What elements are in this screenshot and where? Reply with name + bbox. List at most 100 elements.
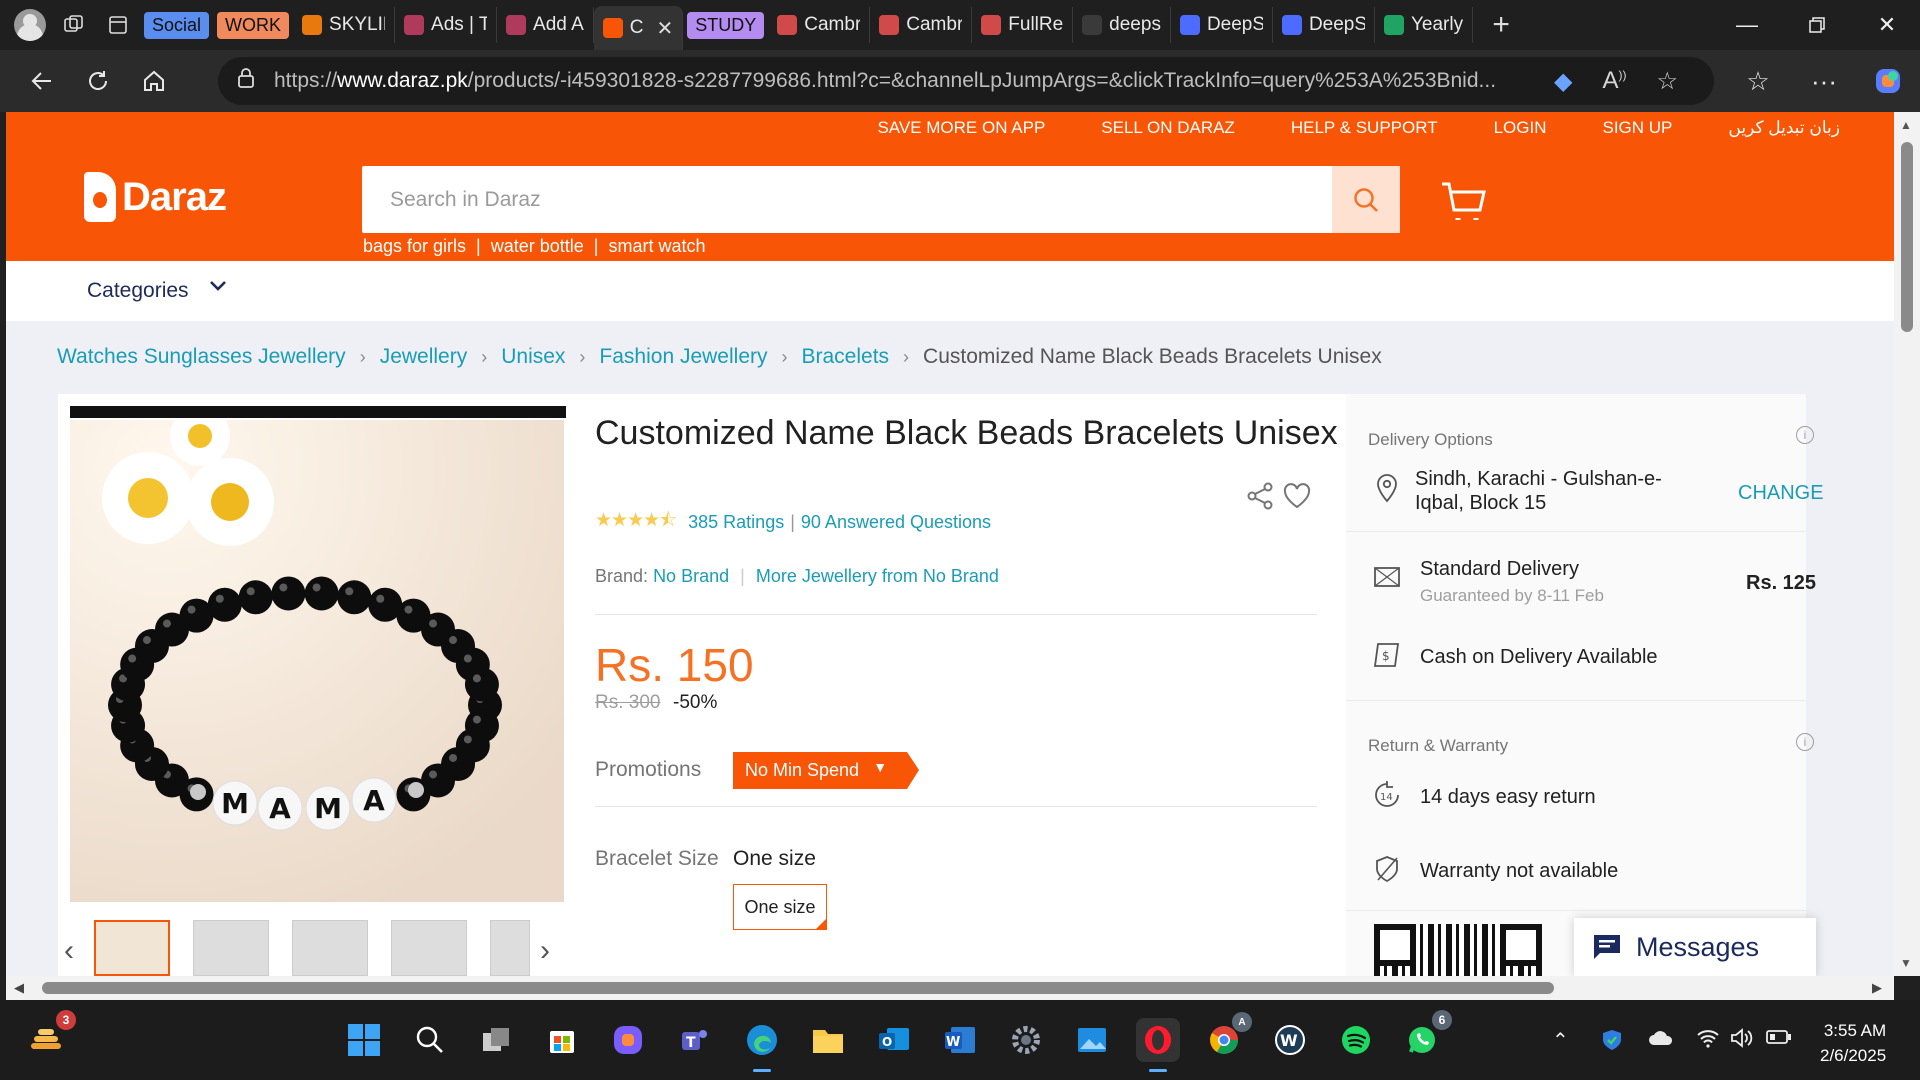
copilot-icon[interactable] [1860, 56, 1916, 106]
photos-icon[interactable] [1070, 1018, 1114, 1062]
scroll-right-icon[interactable]: ▶ [1872, 980, 1882, 996]
copilot-taskbar-icon[interactable] [606, 1018, 650, 1062]
whatsapp-icon[interactable]: 6 [1400, 1010, 1452, 1062]
header-link[interactable]: SAVE MORE ON APP [877, 118, 1045, 138]
brand-link[interactable]: No Brand [653, 566, 729, 586]
daraz-logo[interactable]: Daraz [84, 172, 227, 222]
tab-group[interactable]: Social [140, 7, 213, 43]
chevron-down-icon[interactable] [208, 275, 228, 301]
thumbnail-5[interactable] [490, 920, 530, 976]
thumbnail-2[interactable] [193, 920, 269, 976]
ratings-link[interactable]: 385 Ratings [688, 512, 784, 533]
wifi-icon[interactable] [1696, 1028, 1720, 1054]
edge-icon[interactable] [740, 1018, 784, 1072]
start-button[interactable] [342, 1018, 386, 1062]
refresh-button[interactable] [70, 56, 126, 106]
chrome-icon[interactable]: A [1202, 1012, 1252, 1062]
browser-tab[interactable]: Cambr [768, 7, 871, 43]
close-tab-icon[interactable]: ✕ [656, 16, 673, 41]
coupon-tag-icon[interactable]: ◆ [1554, 67, 1572, 96]
categories-menu[interactable]: Categories [87, 279, 189, 303]
scroll-thumb[interactable] [1901, 142, 1913, 332]
outlook-icon[interactable]: O [872, 1018, 916, 1062]
lock-icon[interactable] [218, 68, 274, 94]
horizontal-scrollbar[interactable]: ◀ ▶ [6, 976, 1894, 1000]
browser-tab[interactable]: FullRe [972, 7, 1074, 43]
change-location-link[interactable]: CHANGE [1738, 482, 1824, 505]
thumbnail-next-icon[interactable]: › [540, 934, 550, 968]
onedrive-cloud-icon[interactable] [1648, 1028, 1674, 1052]
more-menu-icon[interactable]: ··· [1796, 56, 1852, 106]
widgets-icon[interactable]: 3 [24, 1010, 76, 1062]
messages-button[interactable]: Messages [1574, 918, 1816, 976]
breadcrumb-item[interactable]: Unisex [501, 345, 565, 369]
breadcrumb-item[interactable]: Watches Sunglasses Jewellery [57, 345, 346, 369]
product-image[interactable]: MAMA [70, 420, 564, 902]
favorites-icon[interactable]: ☆ [1730, 56, 1786, 106]
browser-tab[interactable]: SKYLIN [293, 7, 396, 43]
word-icon[interactable]: W [938, 1018, 982, 1062]
back-button[interactable] [14, 56, 70, 106]
search-taskbar-icon[interactable] [408, 1018, 452, 1062]
read-aloud-icon[interactable]: A)) [1602, 67, 1626, 96]
thumbnail-3[interactable] [292, 920, 368, 976]
profile-avatar[interactable] [14, 9, 46, 41]
search-button[interactable] [1332, 166, 1400, 233]
promotion-tag[interactable]: No Min Spend ▼ [733, 752, 920, 789]
thumbnail-1[interactable] [94, 920, 170, 976]
header-link[interactable]: HELP & SUPPORT [1291, 118, 1438, 138]
tab-actions-icon[interactable] [96, 0, 140, 50]
answered-questions-link[interactable]: 90 Answered Questions [801, 512, 991, 533]
scroll-down-icon[interactable]: ▼ [1900, 956, 1912, 970]
teams-icon[interactable]: T [672, 1018, 716, 1062]
info-icon[interactable]: i [1796, 426, 1814, 444]
task-view-icon[interactable] [474, 1018, 518, 1062]
tab-group[interactable]: STUDY [683, 7, 768, 43]
opera-icon[interactable] [1136, 1018, 1180, 1072]
search-suggestion[interactable]: bags for girls [363, 236, 466, 257]
wordpress-icon[interactable]: W [1268, 1018, 1312, 1062]
header-link[interactable]: SELL ON DARAZ [1101, 118, 1235, 138]
thumbnail-4[interactable] [391, 920, 467, 976]
restore-button[interactable] [1782, 0, 1852, 50]
volume-icon[interactable] [1730, 1028, 1754, 1054]
thumbnail-prev-icon[interactable]: ‹ [64, 934, 74, 968]
windows-security-icon[interactable] [1600, 1028, 1624, 1058]
scroll-left-icon[interactable]: ◀ [14, 980, 24, 996]
tab-group[interactable]: WORK [213, 7, 293, 43]
wishlist-heart-icon[interactable] [1282, 482, 1312, 510]
breadcrumb-item[interactable]: Jewellery [380, 345, 468, 369]
search-input[interactable] [362, 166, 1332, 233]
scroll-up-icon[interactable]: ▲ [1900, 118, 1912, 132]
new-tab-button[interactable]: + [1483, 8, 1519, 42]
vertical-scrollbar[interactable]: ▲ ▼ [1894, 112, 1920, 976]
cart-icon[interactable] [1440, 180, 1488, 224]
search-suggestion[interactable]: water bottle [491, 236, 584, 257]
breadcrumb-item[interactable]: Fashion Jewellery [599, 345, 767, 369]
browser-tab[interactable]: Ads | T [395, 7, 498, 43]
settings-icon[interactable] [1004, 1018, 1048, 1062]
scroll-thumb[interactable] [42, 982, 1554, 994]
workspaces-icon[interactable] [52, 0, 96, 50]
address-bar[interactable]: https://www.daraz.pk/products/-i45930182… [218, 57, 1714, 105]
breadcrumb-item[interactable]: Bracelets [802, 345, 890, 369]
browser-tab[interactable]: DeepS [1273, 7, 1375, 43]
microsoft-store-icon[interactable] [540, 1018, 584, 1062]
file-explorer-icon[interactable] [806, 1018, 850, 1062]
browser-tab[interactable]: Yearly [1375, 7, 1474, 43]
close-window-button[interactable]: ✕ [1852, 0, 1920, 50]
browser-tab[interactable]: deeps [1073, 7, 1171, 43]
browser-tab[interactable]: Add A [497, 7, 594, 43]
minimize-button[interactable]: — [1712, 0, 1782, 50]
home-button[interactable] [126, 56, 182, 106]
browser-tab[interactable]: C ✕ [593, 6, 684, 50]
header-link[interactable]: SIGN UP [1603, 118, 1673, 138]
header-link[interactable]: LOGIN [1494, 118, 1547, 138]
battery-icon[interactable] [1766, 1028, 1792, 1051]
info-icon[interactable]: i [1796, 733, 1814, 751]
system-clock[interactable]: 3:55 AM 2/6/2025 [1820, 1018, 1886, 1068]
search-suggestion[interactable]: smart watch [608, 236, 705, 257]
browser-tab[interactable]: DeepS [1171, 7, 1273, 43]
share-icon[interactable] [1245, 481, 1275, 511]
more-from-brand-link[interactable]: More Jewellery from No Brand [756, 566, 999, 586]
